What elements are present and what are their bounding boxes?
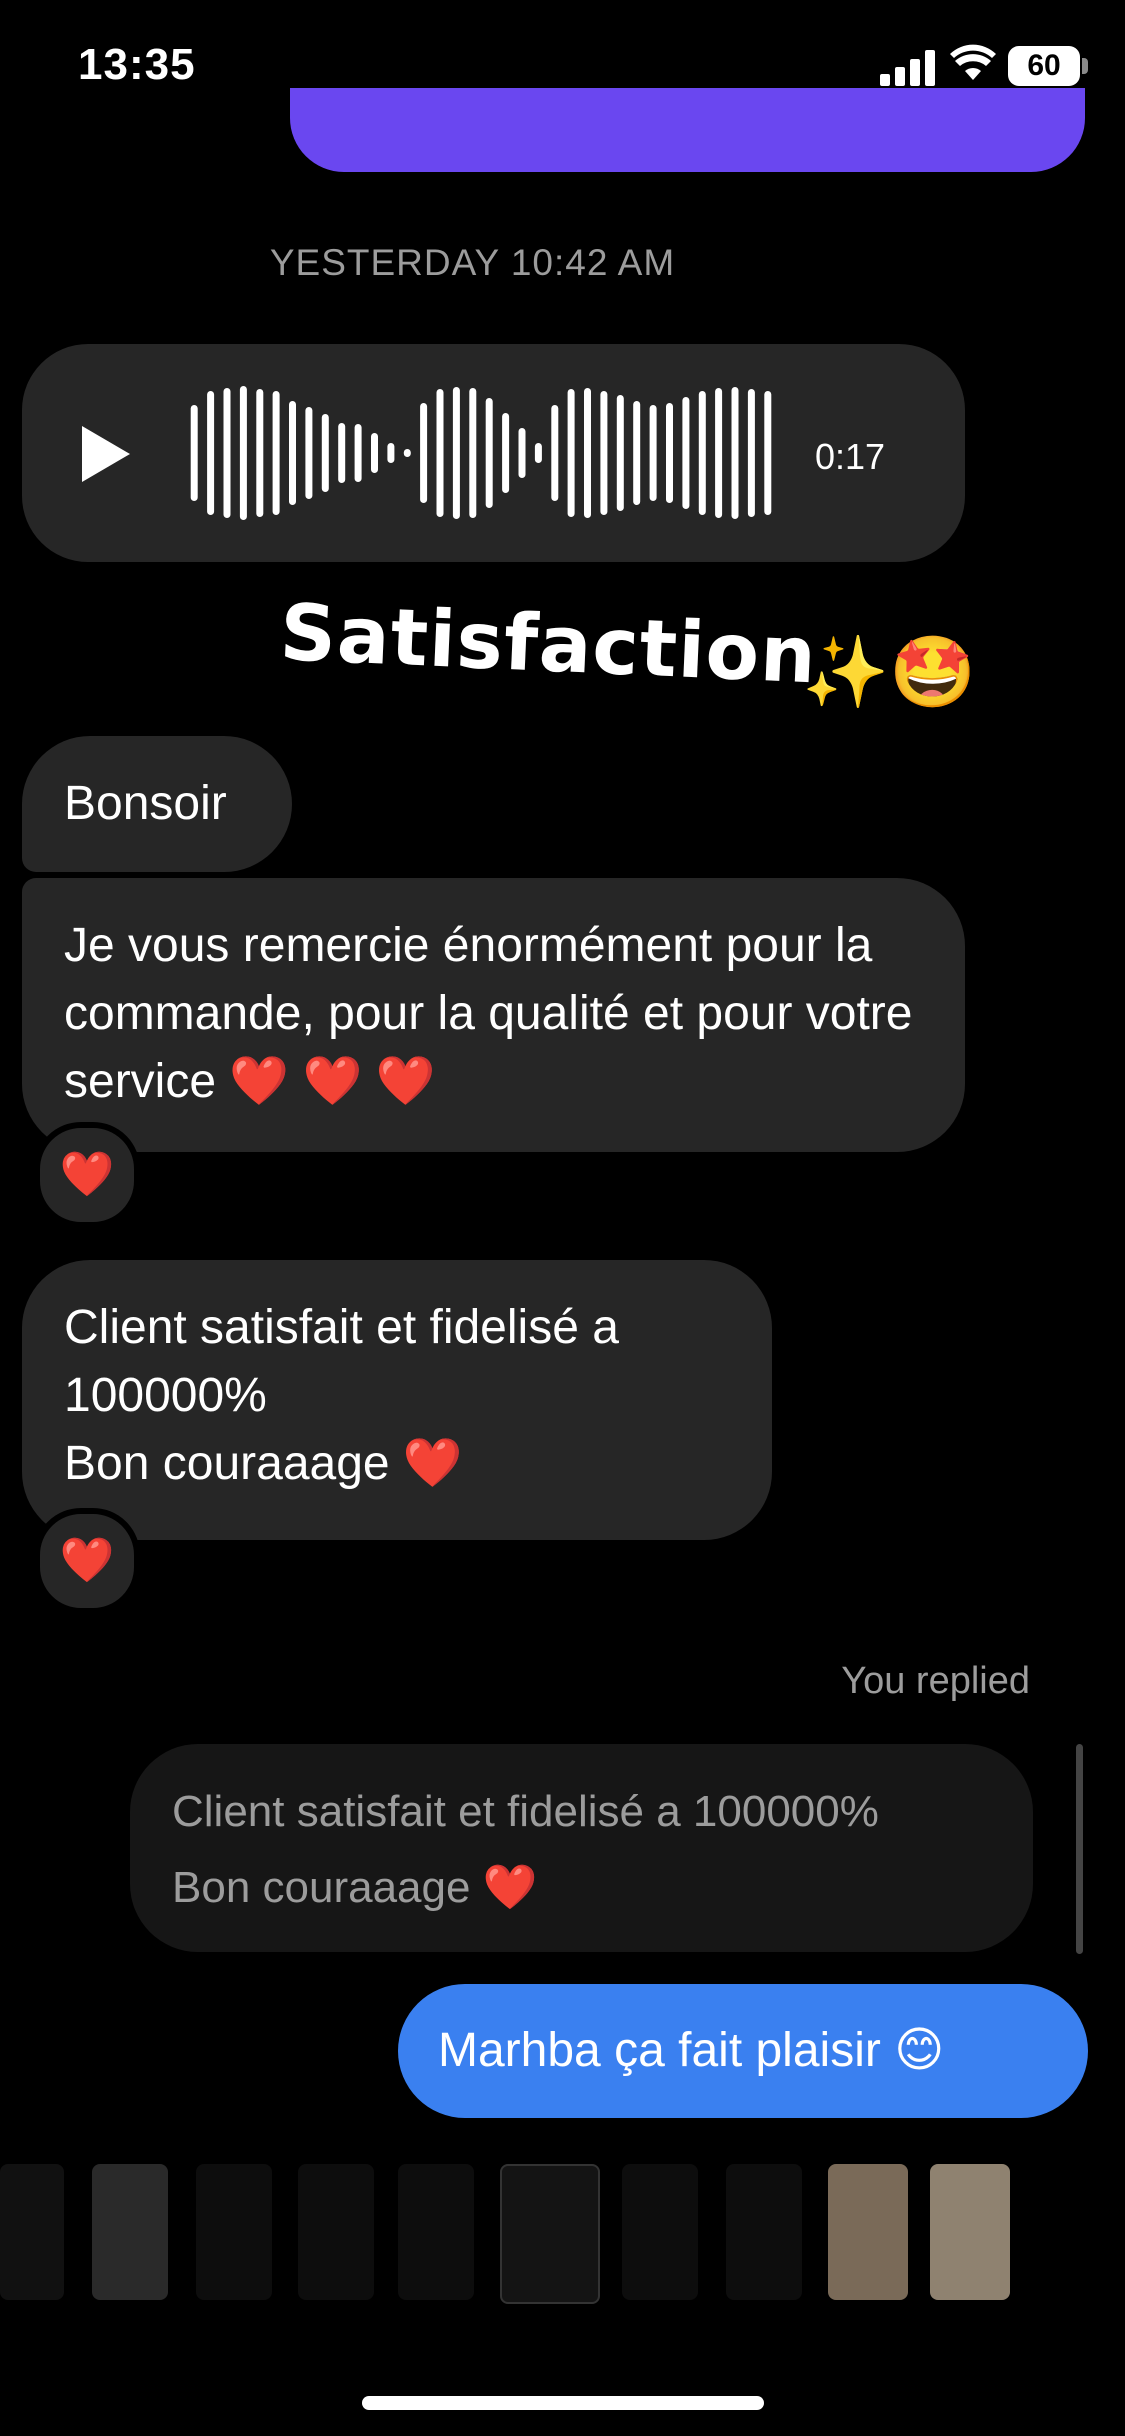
satisfaction-sticker[interactable]: Satisfaction [278, 588, 819, 701]
incoming-message[interactable]: Je vous remercie énormément pour la comm… [22, 878, 965, 1152]
waveform-bar [223, 388, 231, 518]
thumbnail[interactable] [0, 2164, 64, 2300]
waveform-bar [190, 405, 198, 501]
thumbnail[interactable] [298, 2164, 374, 2300]
message-text: Je vous remercie énormément pour la comm… [64, 919, 913, 1108]
incoming-message[interactable]: Client satisfait et fidelisé a 100000% B… [22, 1260, 772, 1540]
battery-tip [1082, 58, 1088, 74]
message-text: Marhba ça fait plaisir 😊 [438, 2024, 945, 2077]
thumbnail[interactable] [500, 2164, 600, 2304]
thumbnail[interactable] [726, 2164, 802, 2300]
outgoing-message[interactable]: Marhba ça fait plaisir 😊 [398, 1984, 1088, 2118]
waveform-bar [354, 424, 362, 482]
waveform-bar [256, 389, 264, 517]
sparkles-star-struck-emoji: ✨🤩 [802, 633, 977, 711]
battery-icon: 60 [1008, 46, 1080, 86]
message-line: Bon couraaage ❤️ [64, 1437, 463, 1490]
waveform-bar [321, 414, 329, 492]
thumbnail[interactable] [398, 2164, 474, 2300]
audio-waveform[interactable] [186, 380, 776, 526]
message-line: Client satisfait et fidelisé a 100000% [64, 1301, 619, 1422]
thumbnail[interactable] [622, 2164, 698, 2300]
waveform-bar [502, 413, 510, 493]
waveform-bar [747, 389, 755, 517]
waveform-bar [551, 405, 559, 501]
waveform-bar [633, 401, 641, 505]
waveform-bar [649, 405, 657, 501]
waveform-bar [239, 386, 247, 520]
waveform-bar [436, 389, 444, 517]
quoted-line: Bon couraaage ❤️ [172, 1863, 538, 1912]
waveform-bar [207, 391, 215, 515]
thumbnail[interactable] [92, 2164, 168, 2300]
reply-label: You replied [841, 1660, 1030, 1702]
waveform-bar [371, 433, 378, 473]
waveform-bar [272, 391, 280, 515]
quoted-line: Client satisfait et fidelisé a 100000% [172, 1787, 879, 1836]
waveform-bar [338, 423, 346, 483]
cellular-signal-icon [880, 50, 935, 86]
waveform-bar [452, 387, 460, 519]
voice-duration: 0:17 [815, 436, 886, 477]
waveform-bar [469, 388, 477, 518]
waveform-bar [764, 391, 772, 515]
status-time: 13:35 [78, 40, 196, 89]
waveform-bar [600, 391, 608, 515]
waveform-bar [616, 395, 624, 511]
waveform-bar [485, 398, 493, 508]
reply-bar [1076, 1744, 1083, 1954]
waveform-bar [403, 449, 411, 457]
message-text: Bonsoir [64, 777, 227, 830]
thumbnail[interactable] [196, 2164, 272, 2300]
waveform-bar [567, 389, 575, 517]
waveform-bar [682, 397, 690, 509]
quoted-text: Client satisfait et fidelisé a 100000% B… [172, 1774, 1032, 1926]
message-text: Client satisfait et fidelisé a 100000% B… [64, 1294, 764, 1498]
quoted-message[interactable]: Client satisfait et fidelisé a 100000% B… [130, 1744, 1033, 1952]
heart-reaction[interactable]: ❤️ [34, 1122, 140, 1228]
waveform-bar [289, 401, 296, 505]
thumbnail[interactable] [828, 2164, 908, 2300]
home-indicator[interactable] [362, 2396, 764, 2410]
waveform-bar [305, 407, 313, 499]
wifi-icon [950, 44, 996, 80]
thumbnail[interactable] [930, 2164, 1010, 2300]
message-timestamp: YESTERDAY 10:42 AM [269, 242, 676, 283]
play-icon[interactable] [82, 426, 130, 482]
waveform-bar [666, 403, 673, 503]
waveform-bar [534, 443, 542, 463]
previous-message-bubble[interactable] [290, 88, 1085, 172]
waveform-bar [387, 443, 395, 463]
incoming-message[interactable]: Bonsoir [22, 736, 292, 872]
waveform-bar [731, 387, 739, 519]
waveform-bar [518, 428, 526, 478]
waveform-bar [420, 403, 428, 503]
waveform-bar [584, 388, 591, 518]
waveform-bar [715, 388, 723, 518]
waveform-bar [698, 391, 706, 515]
heart-reaction[interactable]: ❤️ [34, 1508, 140, 1614]
